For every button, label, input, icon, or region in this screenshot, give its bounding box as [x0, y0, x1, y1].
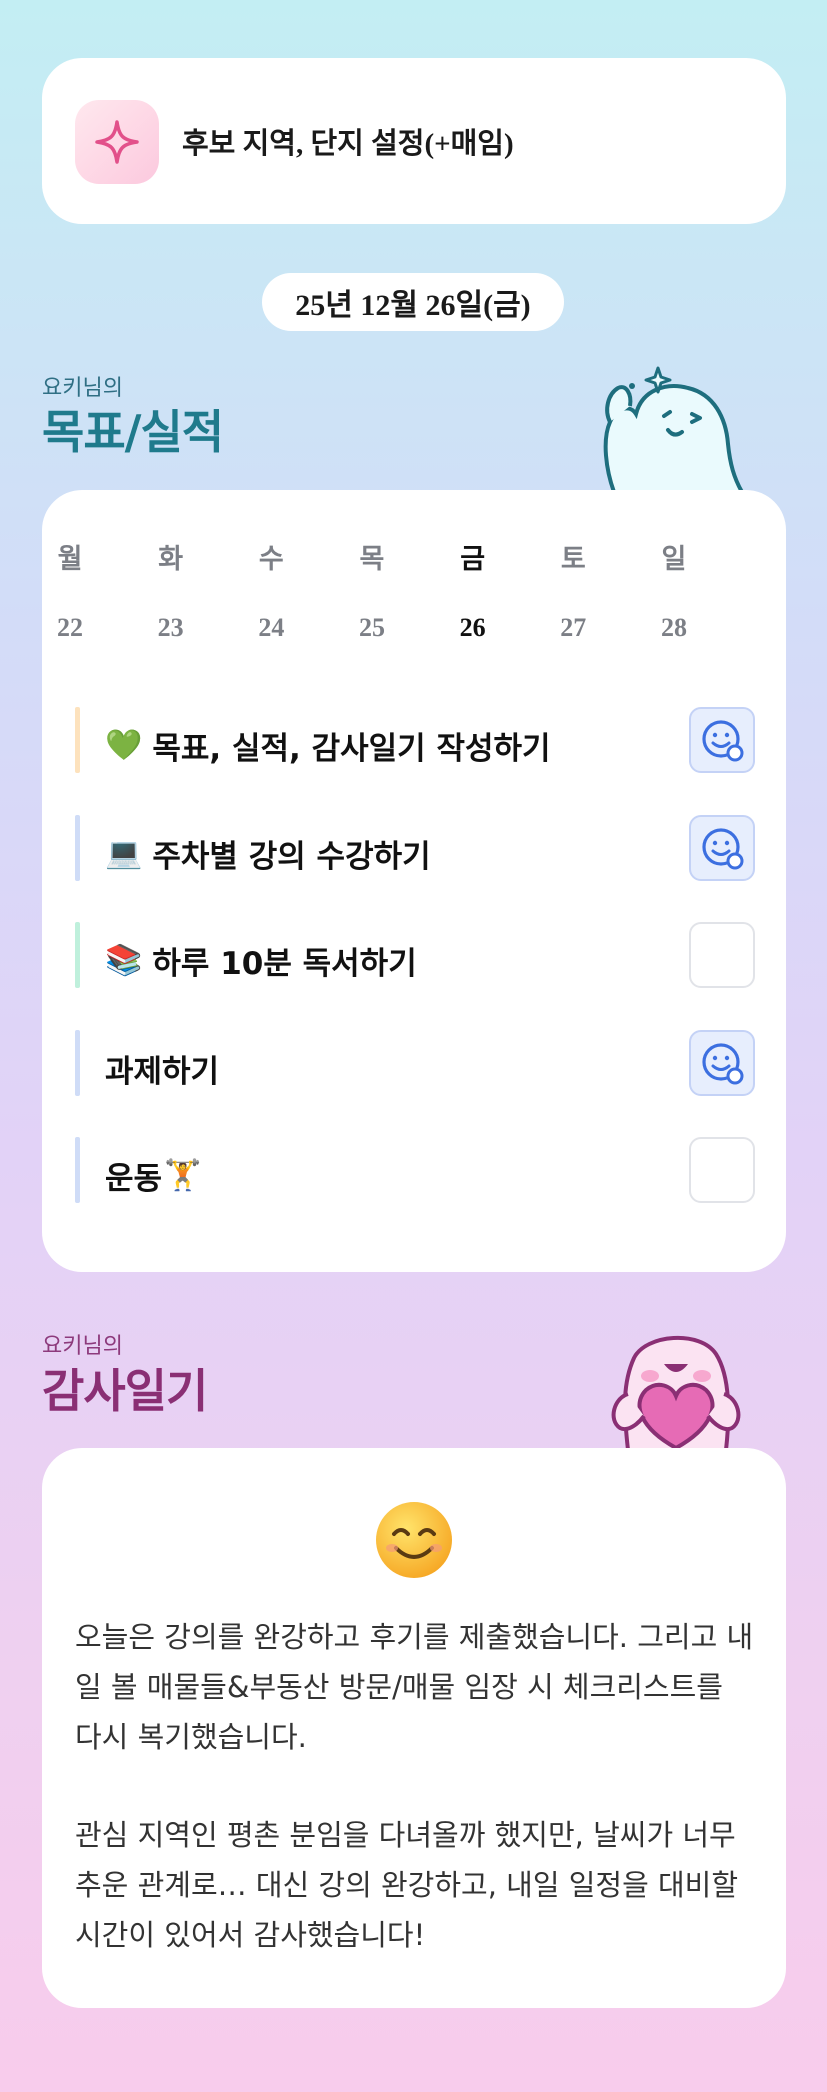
gratitude-section-title: 감사일기 — [42, 1364, 208, 1418]
task-label: 운동 — [105, 1161, 163, 1197]
task-item: 운동 🏋 — [75, 1137, 755, 1203]
task-color-bar — [75, 815, 80, 881]
task-checkbox-empty[interactable] — [689, 922, 755, 988]
smile-check-icon — [702, 828, 744, 870]
smile-check-icon — [702, 1043, 744, 1085]
books-icon: 📚 — [105, 943, 143, 978]
task-color-bar — [75, 922, 80, 988]
task-label-row: 💻 주차별 강의 수강하기 — [105, 831, 431, 876]
weekday-label-today: 금 — [460, 544, 486, 575]
laptop-icon: 💻 — [105, 836, 143, 871]
date-cell[interactable]: 24 — [241, 613, 301, 643]
date-pill[interactable]: 25년 12월 26일(금) — [262, 273, 564, 331]
weekday-label: 화 — [158, 544, 184, 575]
sparkle-badge — [75, 100, 159, 184]
task-label: 하루 10분 독서하기 — [152, 946, 417, 982]
goals-section-title: 목표/실적 — [42, 405, 224, 459]
task-color-bar — [75, 1137, 80, 1203]
date-cell[interactable]: 22 — [40, 613, 100, 643]
task-label: 주차별 강의 수강하기 — [152, 839, 431, 875]
date-cell[interactable]: 28 — [644, 613, 704, 643]
date-cell[interactable]: 27 — [543, 613, 603, 643]
weekday-label: 일 — [661, 544, 687, 575]
task-item: 과제하기 — [75, 1030, 755, 1096]
date-cell-today[interactable]: 26 — [443, 613, 503, 643]
task-item: 💻 주차별 강의 수강하기 — [75, 815, 755, 881]
task-label: 과제하기 — [105, 1054, 220, 1090]
cheering-mascot-illustration — [603, 366, 745, 492]
weightlifter-icon: 🏋 — [164, 1158, 202, 1193]
heart-hugging-mascot-illustration — [611, 1335, 741, 1450]
smiling-face-icon — [376, 1502, 452, 1578]
gratitude-paragraph: 관심 지역인 평촌 분임을 다녀올까 했지만, 날씨가 너무 추운 관계로… 대… — [75, 1818, 739, 1952]
task-label-row: 📚 하루 10분 독서하기 — [105, 938, 417, 983]
task-item: 💚 목표, 실적, 감사일기 작성하기 — [75, 707, 755, 773]
task-checkbox-checked[interactable] — [689, 707, 755, 773]
task-item: 📚 하루 10분 독서하기 — [75, 922, 755, 988]
gratitude-paragraph: 오늘은 강의를 완강하고 후기를 제출했습니다. 그리고 내일 볼 매물들&부동… — [75, 1620, 754, 1754]
sparkle-icon — [95, 120, 139, 164]
date-row: 22 23 24 25 26 27 28 — [40, 613, 704, 643]
task-checkbox-checked[interactable] — [689, 1030, 755, 1096]
task-checkbox-empty[interactable] — [689, 1137, 755, 1203]
task-color-bar — [75, 1030, 80, 1096]
date-cell[interactable]: 23 — [141, 613, 201, 643]
weekday-label: 수 — [258, 544, 284, 575]
goal-title: 후보 지역, 단지 설정(+매임) — [182, 128, 514, 160]
task-label: 목표, 실적, 감사일기 작성하기 — [152, 731, 551, 767]
weekday-row: 월 화 수 목 금 토 일 — [40, 537, 704, 576]
weekday-label: 목 — [359, 544, 385, 575]
date-cell[interactable]: 25 — [342, 613, 402, 643]
task-label-row: 💚 목표, 실적, 감사일기 작성하기 — [105, 723, 551, 768]
green-heart-icon: 💚 — [105, 728, 143, 763]
goal-header-card[interactable]: 후보 지역, 단지 설정(+매임) — [42, 58, 786, 224]
task-label-row: 과제하기 — [105, 1046, 219, 1091]
task-label-row: 운동 🏋 — [105, 1153, 201, 1198]
task-color-bar — [75, 707, 80, 773]
task-checkbox-checked[interactable] — [689, 815, 755, 881]
weekday-label: 토 — [560, 544, 586, 575]
weekday-label: 월 — [57, 544, 83, 575]
smile-check-icon — [702, 720, 744, 762]
